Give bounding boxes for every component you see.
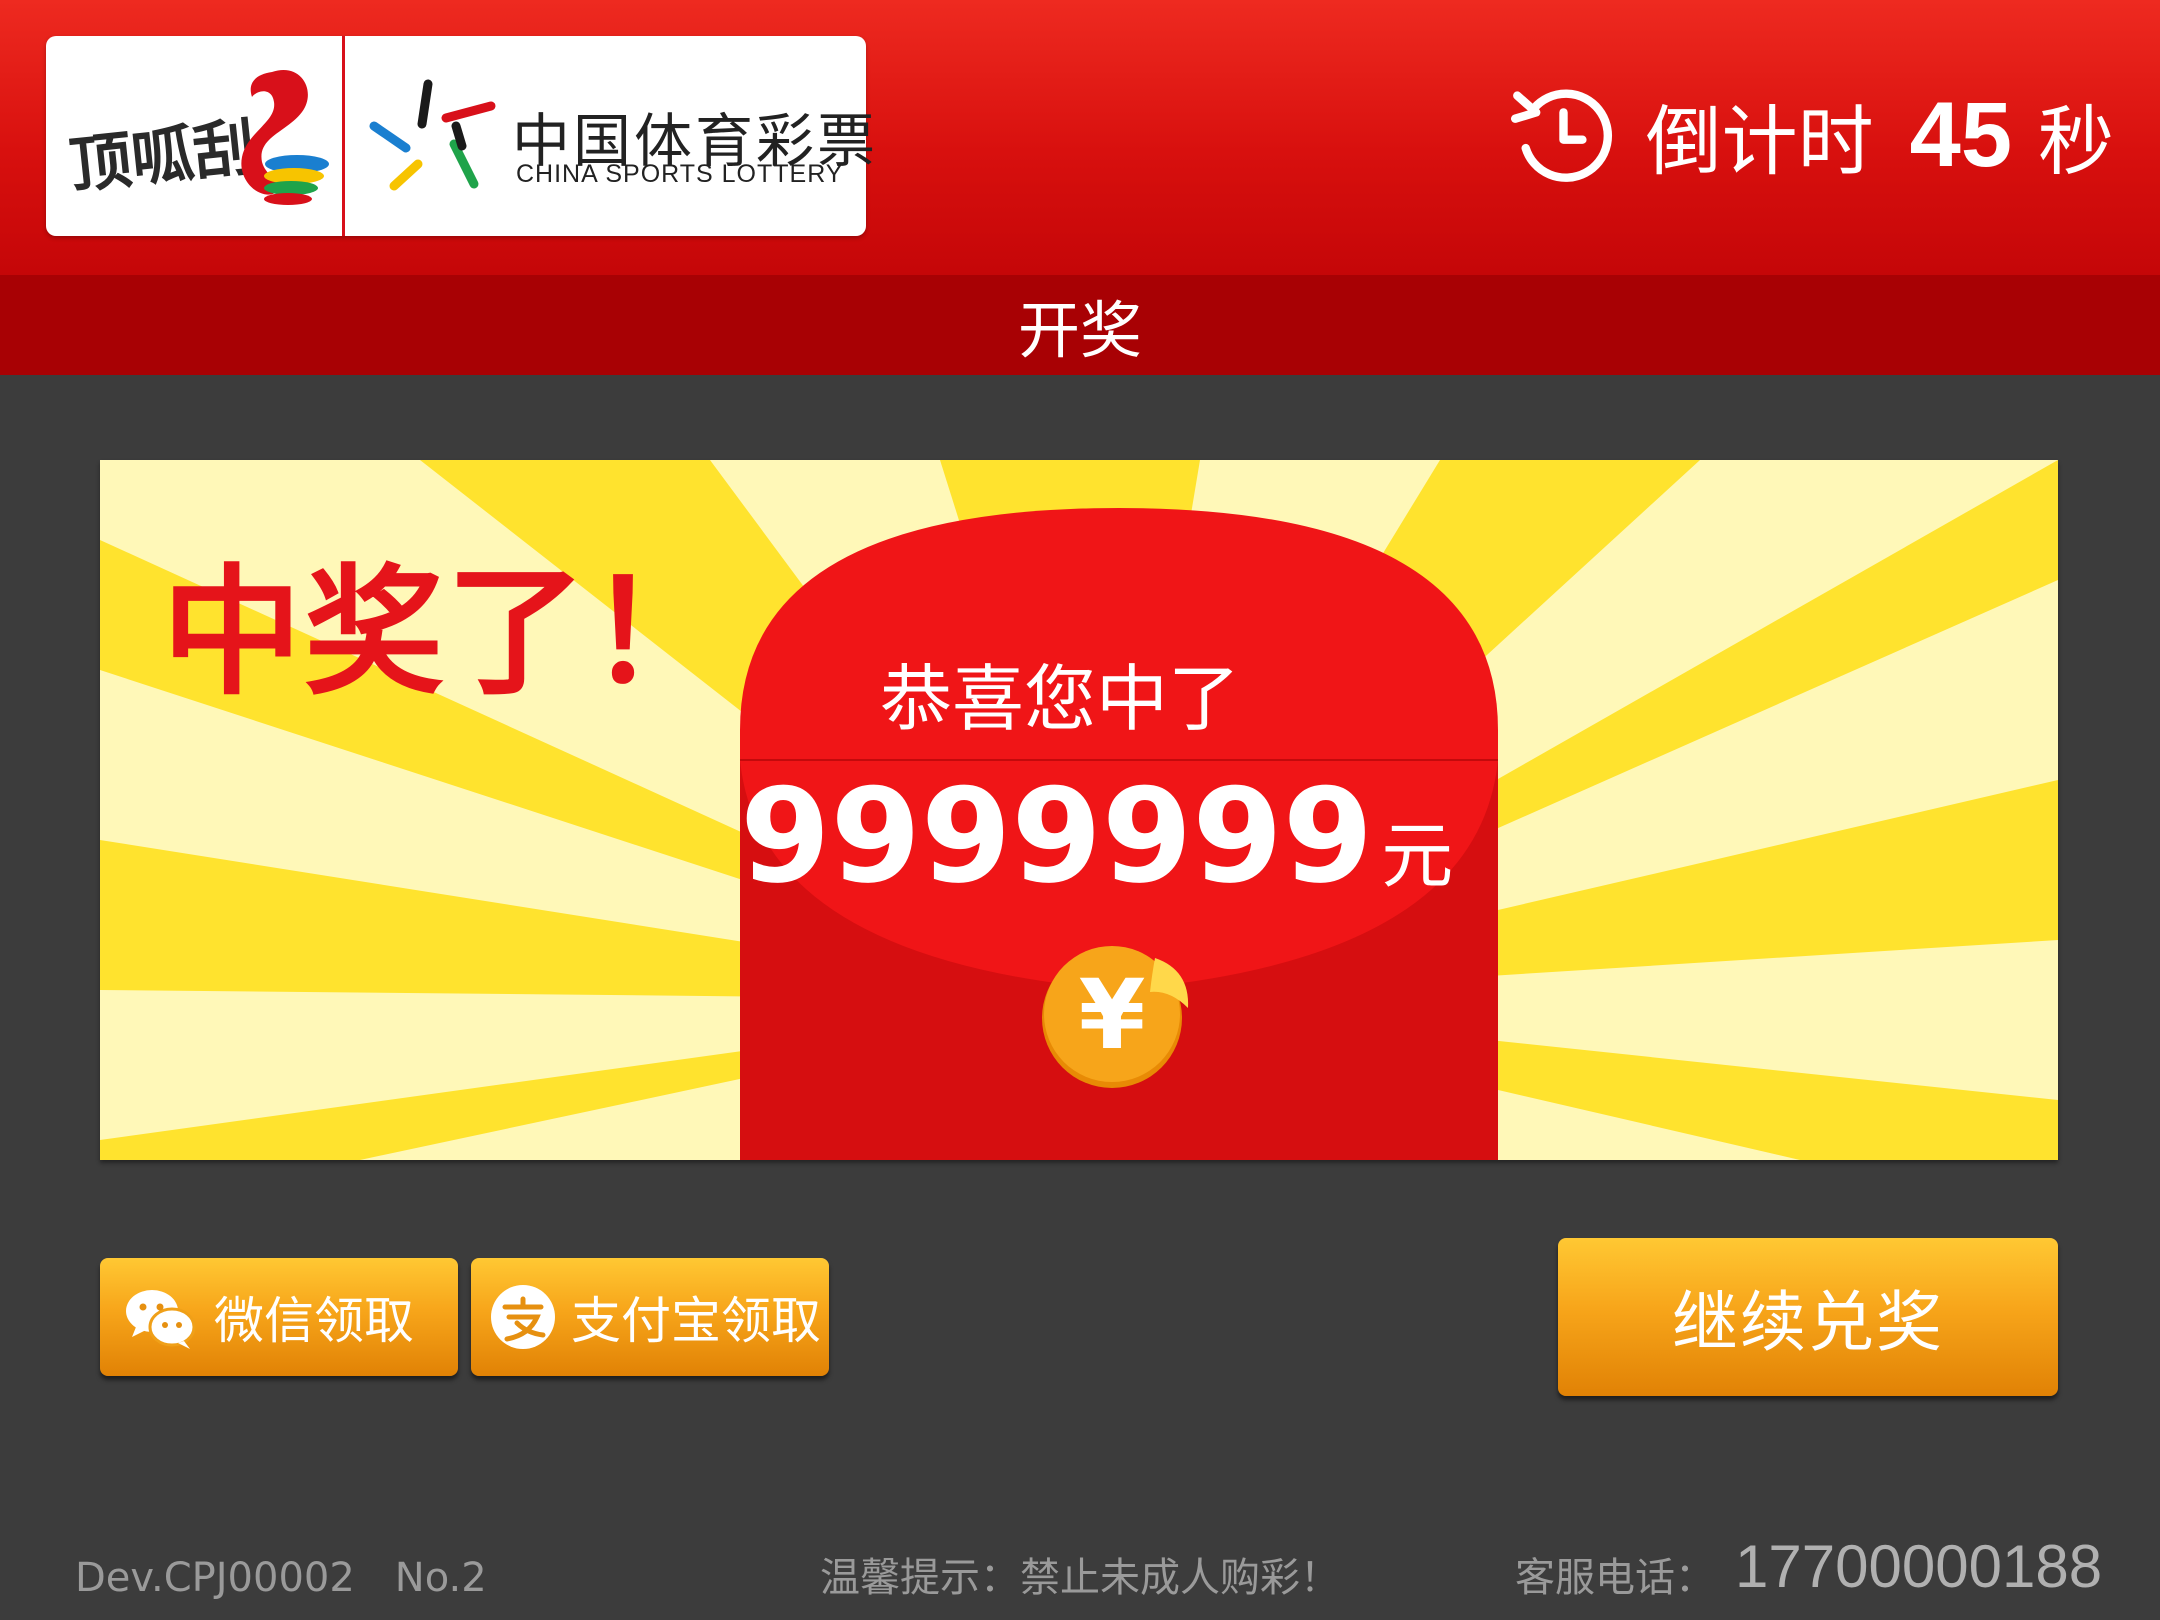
- wechat-icon: [126, 1290, 196, 1349]
- timer-unit: 秒: [2038, 97, 2114, 186]
- timer-value: 45: [1909, 83, 2012, 186]
- countdown-timer: 倒计时 45 秒: [1510, 75, 2114, 195]
- alipay-claim-label: 支付宝领取: [571, 1292, 821, 1350]
- warning-tip: 温馨提示：禁止未成人购彩！: [820, 1555, 1340, 1601]
- lottery-name-en: CHINA SPORTS LOTTERY: [516, 160, 844, 188]
- page-title: 开奖: [1017, 294, 1142, 367]
- alipay-icon: [491, 1285, 555, 1349]
- china-sports-lottery-emblem: [369, 79, 496, 191]
- yuan-coin-icon: ¥: [1042, 946, 1189, 1088]
- prize-unit: 元: [1381, 814, 1454, 898]
- continue-redeem-label: 继续兑奖: [1672, 1284, 1944, 1361]
- prize-amount-row: 9999999 元: [740, 760, 1453, 912]
- congrats-text: 恭喜您中了: [879, 657, 1240, 741]
- wechat-claim-button[interactable]: 微信领取: [100, 1258, 458, 1376]
- wechat-claim-label: 微信领取: [214, 1292, 414, 1350]
- service-phone-label: 客服电话：: [1515, 1555, 1715, 1601]
- logo-divider: [342, 36, 345, 236]
- coin-symbol: ¥: [1079, 959, 1146, 1071]
- page-title-bar: 开奖: [0, 275, 2160, 375]
- brand-logo-text: 顶呱刮: [66, 110, 259, 202]
- clock-history-icon: [1510, 89, 1612, 182]
- logo-panel: 顶呱刮 中国体育彩票 CHINA SPORTS LOTTERY: [46, 36, 875, 236]
- continue-redeem-button[interactable]: 继续兑奖: [1558, 1238, 2058, 1396]
- prize-amount: 9999999: [740, 760, 1374, 912]
- timer-label: 倒计时: [1645, 97, 1874, 186]
- device-info: Dev.CPJ00002 No.2: [75, 1555, 487, 1601]
- alipay-claim-button[interactable]: 支付宝领取: [471, 1258, 829, 1376]
- header-bar: 顶呱刮 中国体育彩票 CHINA SPORTS LOTTERY 倒计时 45 秒: [0, 0, 2160, 275]
- prize-banner: 中奖了！ 恭喜您中了 9999999 元 ¥: [100, 460, 2058, 1160]
- brand-logo: 顶呱刮: [66, 70, 329, 205]
- service-phone-number: 17700000188: [1735, 1533, 2103, 1600]
